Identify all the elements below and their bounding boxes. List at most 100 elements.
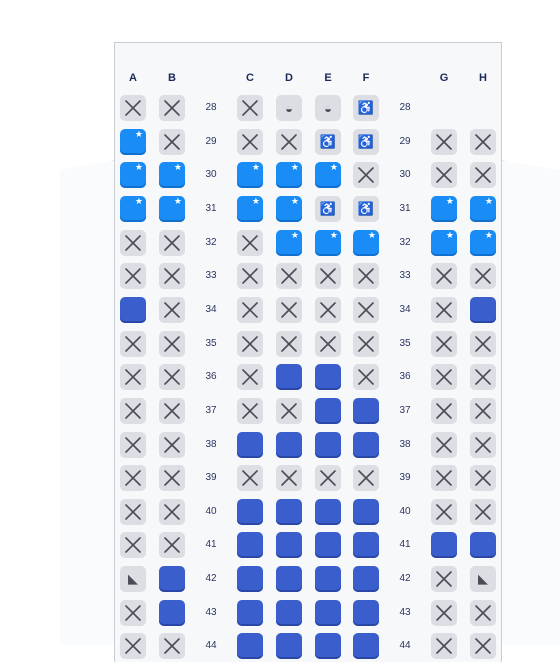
seat-40D[interactable]	[276, 498, 302, 525]
star-icon: ★	[484, 229, 493, 240]
seat-38A	[120, 431, 146, 458]
seat-30A[interactable]: ★	[120, 162, 146, 189]
seat-41G[interactable]	[431, 532, 457, 559]
seat-41D[interactable]	[276, 532, 302, 559]
seat-43B[interactable]	[159, 599, 185, 626]
seat-30B[interactable]: ★	[159, 162, 185, 189]
pet-icon: ◣	[128, 571, 138, 587]
seat-43E[interactable]	[315, 599, 341, 626]
seat-31D[interactable]: ★	[276, 195, 302, 222]
seat-34A[interactable]	[120, 296, 146, 323]
star-icon: ★	[134, 195, 143, 206]
x-icon	[281, 133, 297, 150]
seat-44E[interactable]	[315, 633, 341, 660]
seat-40E[interactable]	[315, 498, 341, 525]
x-icon	[242, 133, 258, 150]
row-number-right: 29	[399, 135, 411, 147]
star-icon: ★	[290, 195, 299, 206]
star-icon: ★	[251, 195, 260, 206]
column-header-g: G	[439, 72, 449, 84]
seat-44F[interactable]	[353, 633, 379, 660]
star-icon: ★	[173, 195, 182, 206]
seat-32E[interactable]: ★	[315, 229, 341, 256]
seat-43F[interactable]	[353, 599, 379, 626]
seat-38D[interactable]	[276, 431, 302, 458]
seat-32F[interactable]: ★	[353, 229, 379, 256]
row-number-left: 32	[205, 236, 217, 248]
seat-34H[interactable]	[470, 296, 496, 323]
seat-42E[interactable]	[315, 566, 341, 593]
seat-30D[interactable]: ★	[276, 162, 302, 189]
seat-33C	[237, 263, 263, 290]
seat-31C[interactable]: ★	[237, 195, 263, 222]
x-icon	[281, 470, 297, 486]
seat-44D[interactable]	[276, 633, 302, 660]
column-header-e: E	[324, 72, 332, 84]
seat-31A[interactable]: ★	[120, 195, 146, 222]
seat-38C[interactable]	[237, 431, 263, 458]
seat-30E[interactable]: ★	[315, 162, 341, 189]
seat-31G[interactable]: ★	[431, 195, 457, 222]
seat-35B	[159, 330, 185, 357]
seat-34B	[159, 296, 185, 323]
seat-30C[interactable]: ★	[237, 162, 263, 189]
x-icon	[164, 369, 180, 385]
seat-32G[interactable]: ★	[431, 229, 457, 256]
seat-31H[interactable]: ★	[470, 195, 496, 222]
seat-41H[interactable]	[470, 532, 496, 559]
seat-40C[interactable]	[237, 498, 263, 525]
row-number-left: 35	[205, 337, 217, 349]
x-icon	[125, 604, 141, 621]
x-icon	[125, 403, 141, 419]
x-icon	[164, 335, 180, 352]
seat-28B	[159, 95, 185, 121]
row-number-left: 40	[205, 505, 217, 517]
seat-41B	[159, 532, 185, 559]
x-icon	[358, 470, 374, 486]
seat-32A	[120, 229, 146, 256]
seat-43C[interactable]	[237, 599, 263, 626]
row-number-left: 38	[205, 438, 217, 450]
seat-33H	[470, 263, 496, 290]
seat-37F[interactable]	[353, 397, 379, 424]
x-icon	[475, 503, 491, 520]
x-icon	[242, 403, 258, 419]
row-number-right: 40	[399, 505, 411, 517]
seat-29H	[470, 128, 496, 155]
seat-29A[interactable]: ★	[120, 128, 146, 155]
wheelchair-icon: ♿	[357, 133, 375, 149]
seat-40A	[120, 498, 146, 525]
seat-40F[interactable]	[353, 498, 379, 525]
x-icon	[436, 470, 452, 486]
x-icon	[125, 100, 141, 116]
seat-31B[interactable]: ★	[159, 195, 185, 222]
row-number-left: 41	[205, 539, 217, 551]
left-wing	[60, 160, 116, 645]
seat-43D[interactable]	[276, 599, 302, 626]
seat-28A	[120, 95, 146, 121]
seat-32H[interactable]: ★	[470, 229, 496, 256]
seat-29F: ♿	[353, 128, 379, 155]
seat-41F[interactable]	[353, 532, 379, 559]
seat-42D[interactable]	[276, 566, 302, 593]
seat-42C[interactable]	[237, 566, 263, 593]
seat-42F[interactable]	[353, 566, 379, 593]
x-icon	[475, 470, 491, 486]
x-icon	[358, 335, 374, 352]
seat-37E[interactable]	[315, 397, 341, 424]
seat-32D[interactable]: ★	[276, 229, 302, 256]
seat-36D[interactable]	[276, 364, 302, 391]
seat-38F[interactable]	[353, 431, 379, 458]
seat-38B	[159, 431, 185, 458]
x-icon	[242, 268, 258, 285]
seat-36E[interactable]	[315, 364, 341, 391]
seat-38E[interactable]	[315, 431, 341, 458]
seat-36C	[237, 364, 263, 391]
seat-42B[interactable]	[159, 566, 185, 593]
row-number-left: 34	[205, 303, 217, 315]
x-icon	[242, 470, 258, 486]
seat-41E[interactable]	[315, 532, 341, 559]
x-icon	[358, 268, 374, 285]
seat-44C[interactable]	[237, 633, 263, 660]
seat-41C[interactable]	[237, 532, 263, 559]
